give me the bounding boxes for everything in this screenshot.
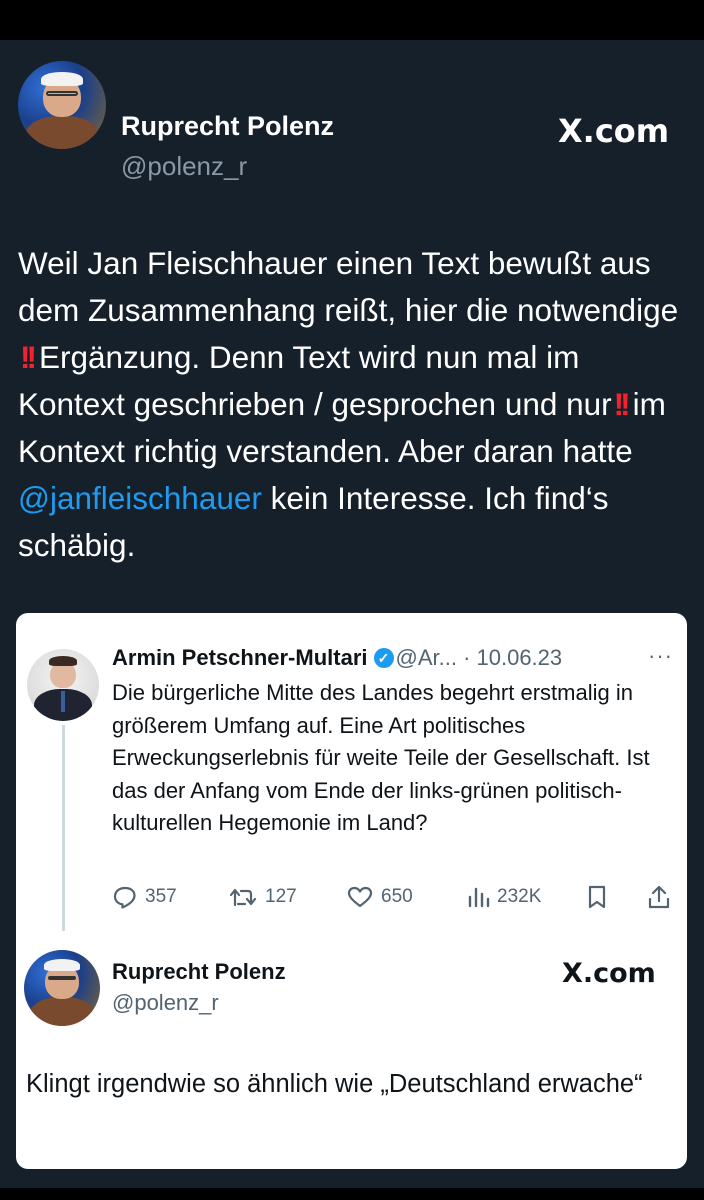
views-icon (468, 887, 490, 908)
avatar-hair (40, 71, 84, 86)
author-name[interactable]: Ruprecht Polenz (121, 111, 334, 142)
reply-author-name[interactable]: Ruprecht Polenz (112, 959, 286, 985)
quoted-author-name[interactable]: Armin Petschner-Multari (112, 645, 368, 670)
quoted-meta[interactable]: @Ar... · 10.06.23 (396, 645, 563, 670)
tweet-text-part1: Weil Jan Fleischhauer einen Text bewußt … (18, 245, 679, 328)
more-options-icon[interactable]: ··· (648, 643, 673, 669)
brand-logo: X.com (562, 958, 656, 989)
share-icon (648, 885, 670, 909)
avatar-glasses (48, 975, 76, 981)
quoted-text: Die bürgerliche Mitte des Landes begehrt… (112, 680, 650, 835)
tweet-text-part2: Ergänzung. Denn Text wird nun mal im Kon… (18, 339, 612, 422)
retweet-count: 127 (265, 886, 297, 907)
reply-author-handle[interactable]: @polenz_r (112, 990, 219, 1016)
like-count: 650 (381, 886, 413, 907)
double-exclamation-icon: !! (613, 386, 631, 422)
verified-badge-icon: ✓ (373, 648, 394, 668)
brand-logo: X.com (558, 112, 670, 150)
retweet-icon (229, 888, 257, 907)
views-button[interactable]: 232K (466, 879, 541, 915)
reply-text: Klingt irgendwie so ähnlich wie „Deutsch… (26, 1070, 643, 1098)
bookmark-button[interactable] (586, 879, 615, 915)
author-handle[interactable]: @polenz_r (121, 151, 247, 182)
avatar-hair (48, 656, 78, 667)
views-count: 232K (497, 886, 542, 907)
reply-author-avatar[interactable] (24, 950, 100, 1026)
reply-icon (113, 886, 136, 909)
avatar-glasses (46, 90, 78, 97)
author-avatar[interactable] (18, 61, 106, 149)
heart-icon (347, 886, 373, 908)
avatar-hair (43, 959, 81, 972)
quoted-author-avatar[interactable] (27, 649, 99, 721)
quoted-screenshot-card: Armin Petschner-Multari ✓ @Ar... · 10.06.2… (16, 613, 687, 1169)
mention-link[interactable]: @janfleischhauer (18, 480, 262, 516)
retweet-button[interactable]: 127 (228, 879, 297, 915)
action-bar: 357 127 650 232K (16, 879, 687, 915)
share-button[interactable] (647, 879, 678, 915)
quoted-author-line: Armin Petschner-Multari ✓ @Ar... · 10.06.2… (112, 645, 562, 671)
bookmark-icon (588, 885, 606, 909)
avatar-body (30, 997, 94, 1026)
reply-count: 357 (145, 886, 177, 907)
tweet-text: Weil Jan Fleischhauer einen Text bewußt … (18, 240, 688, 569)
like-button[interactable]: 650 (346, 879, 413, 915)
double-exclamation-icon: !! (20, 339, 37, 375)
avatar-tie (60, 690, 66, 713)
reply-button[interactable]: 357 (112, 879, 177, 915)
avatar-body (25, 115, 99, 149)
